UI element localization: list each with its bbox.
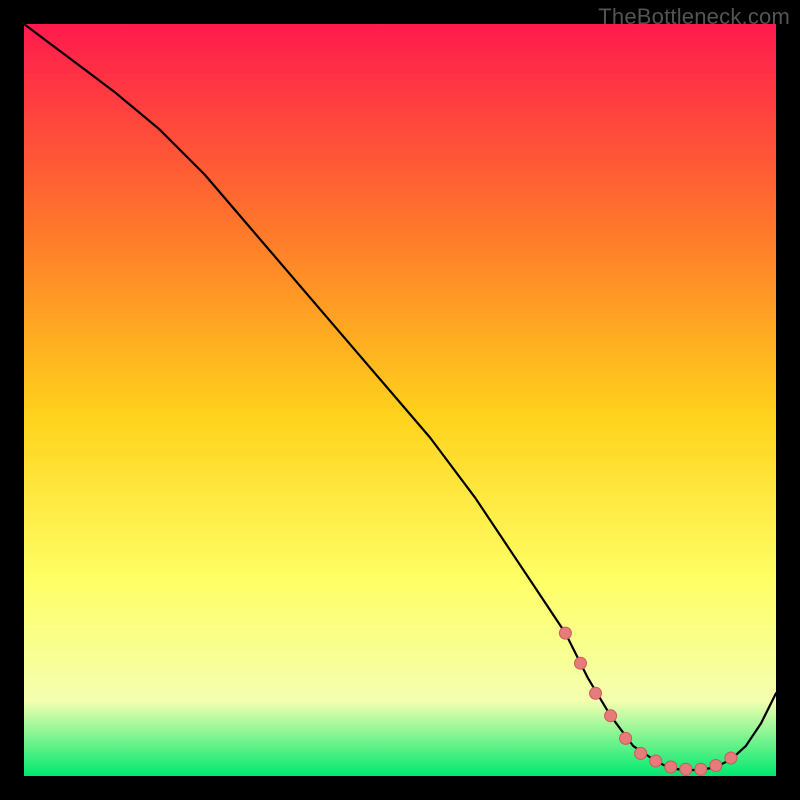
fit-marker [725,752,737,764]
fit-marker [650,755,662,767]
fit-marker [695,763,707,775]
fit-marker [680,763,692,775]
plot-area [24,24,776,776]
fit-marker [620,732,632,744]
chart-frame: TheBottleneck.com [0,0,800,800]
fit-marker [590,687,602,699]
fit-marker [710,760,722,772]
gradient-background [24,24,776,776]
fit-marker [605,710,617,722]
fit-marker [559,627,571,639]
fit-marker [635,747,647,759]
watermark-text: TheBottleneck.com [598,4,790,30]
fit-marker [575,657,587,669]
plot-svg [24,24,776,776]
fit-marker [665,761,677,773]
